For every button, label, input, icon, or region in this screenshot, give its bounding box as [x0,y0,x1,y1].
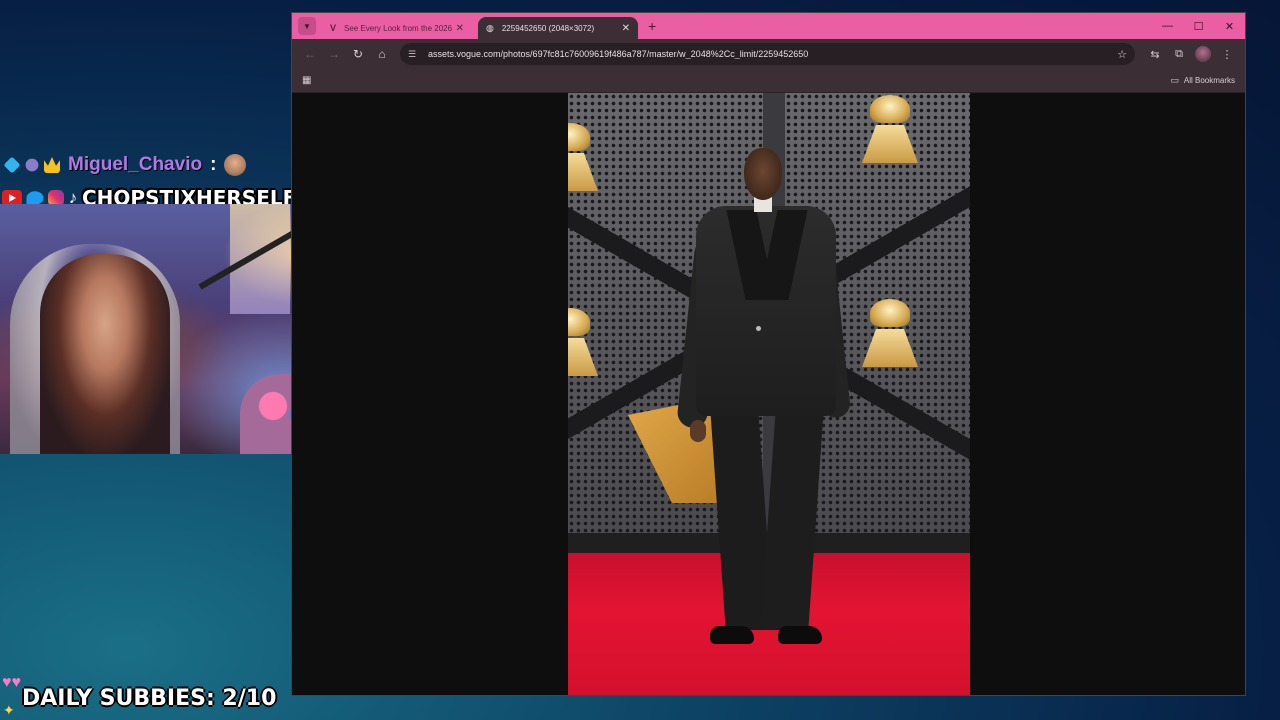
minimize-button[interactable]: — [1152,13,1183,39]
chat-message: Miguel_Chavio : [3,152,247,178]
window-controls: — ☐ ✕ [1152,13,1245,39]
translate-icon[interactable]: ⇆ [1143,42,1167,66]
menu-icon[interactable]: ⋮ [1215,42,1239,66]
avatar [1195,46,1211,62]
hearts-icon: ♥♥ [2,674,21,691]
atom-badge-icon [25,158,39,172]
new-tab-button[interactable]: + [648,18,656,34]
grammy-trophy-icon [860,299,920,369]
profile-avatar[interactable] [1191,42,1215,66]
title-bar: ▼ V See Every Look from the 2026 G ✕ ◍ 2… [292,13,1245,39]
grammy-trophy-icon [860,95,920,165]
tab-title: 2259452650 (2048×3072) [501,23,595,33]
extensions-icon[interactable]: ⧉ [1167,42,1191,66]
address-bar[interactable]: ☰ assets.vogue.com/photos/697fc81c760096… [400,43,1135,65]
webcam-streamer [40,254,170,454]
cube-badge-icon [3,156,21,174]
forward-button[interactable]: → [322,42,346,66]
site-info-icon[interactable]: ☰ [408,49,422,60]
all-bookmarks-button[interactable]: All Bookmarks [1184,76,1235,85]
close-tab-icon[interactable]: ✕ [456,23,464,34]
chevron-down-icon: ▼ [303,21,311,31]
tab-search-button[interactable]: ▼ [298,17,316,35]
page-viewport [292,93,1245,695]
chat-username: Miguel_Chavio [68,154,203,175]
folder-icon: ▭ [1170,75,1179,85]
grammy-trophy-icon [568,308,600,378]
crown-badge-icon [44,157,60,173]
close-tab-icon[interactable]: ✕ [622,23,630,34]
browser-window: ▼ V See Every Look from the 2026 G ✕ ◍ 2… [291,12,1246,696]
globe-icon: ◍ [486,22,494,33]
close-window-button[interactable]: ✕ [1214,13,1245,39]
home-button[interactable]: ⌂ [370,42,394,66]
grammy-trophy-icon [568,123,600,193]
apps-grid-icon[interactable]: ▦ [302,75,311,86]
reload-button[interactable]: ↻ [346,42,370,66]
webcam-lamp [230,204,290,314]
tab-title: See Every Look from the 2026 G [344,23,452,33]
bookmark-star-icon[interactable]: ☆ [1117,48,1127,61]
photo-subject [676,148,852,648]
bookmarks-bar: ▦ ▭ All Bookmarks [292,69,1245,93]
emote-icon [224,154,247,176]
maximize-button[interactable]: ☐ [1183,13,1214,39]
back-button[interactable]: ← [298,42,322,66]
vogue-favicon-icon: V [330,23,337,33]
tab-vogue[interactable]: V See Every Look from the 2026 G ✕ [322,17,472,39]
red-carpet-photo[interactable] [568,93,970,695]
navigation-toolbar: ← → ↻ ⌂ ☰ assets.vogue.com/photos/697fc8… [292,39,1245,69]
tab-image[interactable]: ◍ 2259452650 (2048×3072) ✕ [478,17,638,39]
sparkle-icon: ✦ [3,702,15,718]
chat-separator: : [210,154,217,175]
daily-subbies-counter: DAILY SUBBIES: 2/10 [22,686,277,711]
url-text[interactable]: assets.vogue.com/photos/697fc81c76009619… [428,49,1117,59]
twitter-icon [26,191,44,205]
